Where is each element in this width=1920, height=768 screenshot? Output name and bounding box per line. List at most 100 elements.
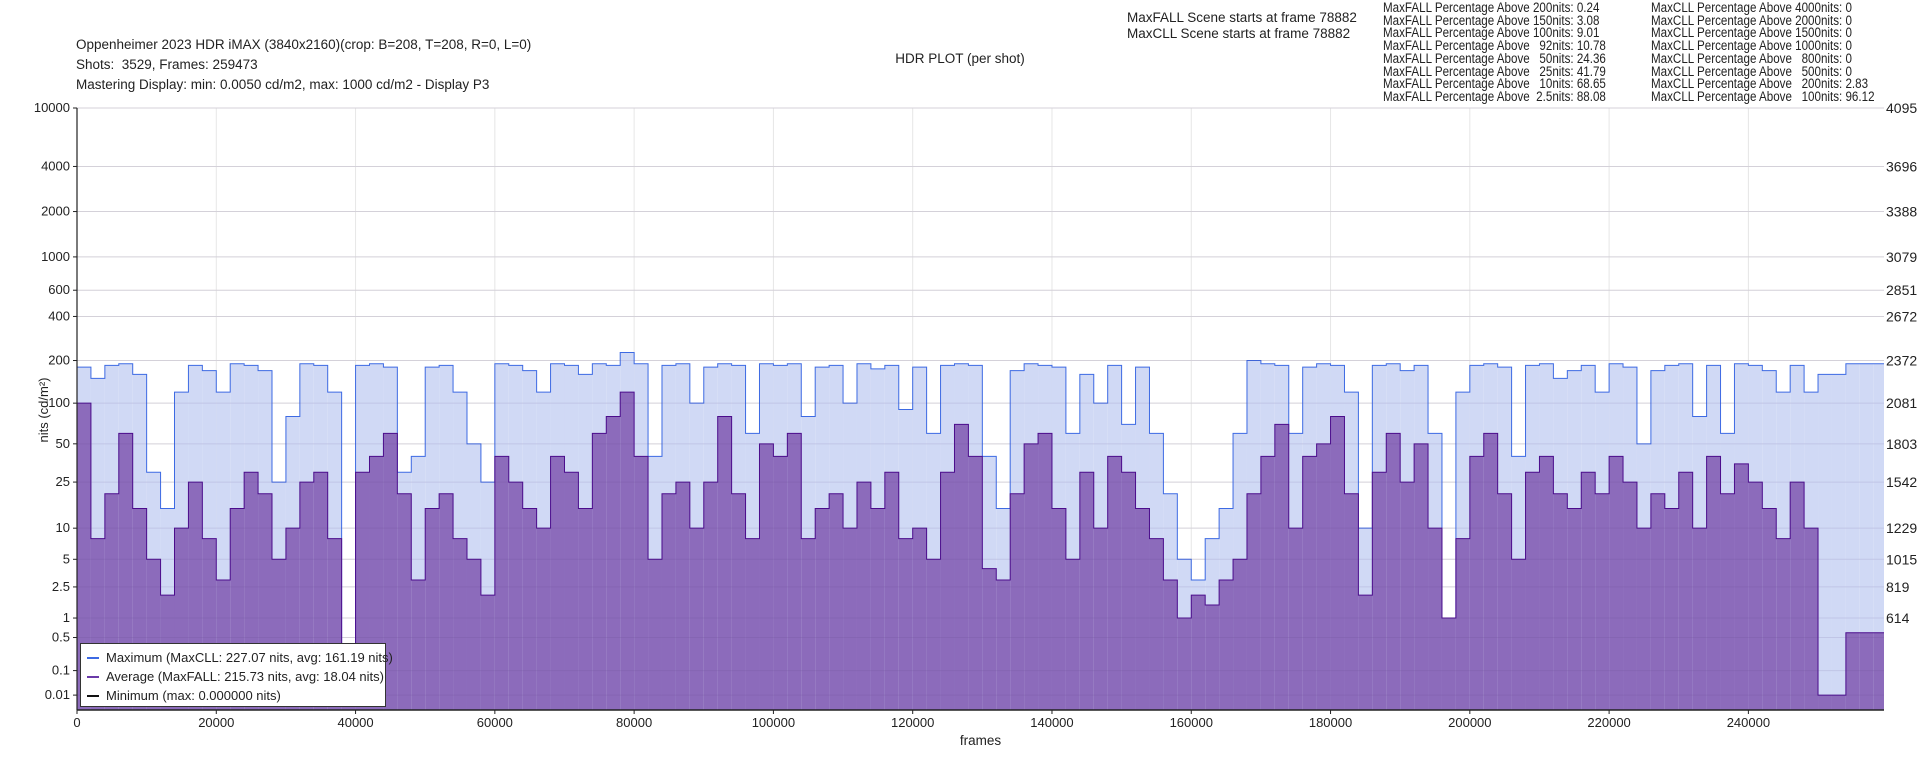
avg-bar bbox=[620, 392, 635, 710]
y-right-tick-label: 1015 bbox=[1886, 551, 1917, 567]
avg-bar bbox=[1024, 443, 1039, 710]
avg-bar bbox=[1623, 482, 1637, 710]
avg-bar bbox=[1692, 528, 1707, 710]
y-right-tick-label: 3388 bbox=[1886, 204, 1917, 220]
avg-bar bbox=[801, 538, 816, 710]
y-tick-label: 2000 bbox=[41, 204, 70, 219]
y-tick-label: 2.5 bbox=[52, 579, 70, 594]
avg-bar bbox=[1065, 559, 1080, 710]
y-right-tick-label: 3079 bbox=[1886, 249, 1917, 265]
avg-bar bbox=[1762, 508, 1777, 710]
y-tick-label: 50 bbox=[56, 436, 70, 451]
x-tick-label: 40000 bbox=[337, 715, 373, 730]
avg-bar bbox=[1121, 472, 1136, 710]
y-right-tick-label: 614 bbox=[1886, 610, 1910, 626]
avg-bar bbox=[592, 433, 607, 710]
avg-bar bbox=[439, 493, 454, 710]
y-tick-label: 400 bbox=[48, 308, 70, 323]
avg-bar bbox=[1776, 538, 1791, 710]
avg-bar bbox=[453, 538, 467, 710]
avg-bar bbox=[982, 568, 997, 710]
y-tick-label: 0.1 bbox=[52, 663, 70, 678]
legend-entry-maximum: Maximum (MaxCLL: 227.07 nits, avg: 161.1… bbox=[87, 650, 393, 665]
avg-bar bbox=[996, 580, 1011, 710]
x-tick-label: 120000 bbox=[891, 715, 934, 730]
avg-bar bbox=[1316, 443, 1331, 710]
avg-bar bbox=[773, 456, 788, 710]
y-tick-label: 1000 bbox=[41, 249, 70, 264]
avg-bar bbox=[1539, 456, 1554, 710]
y-tick-label: 1 bbox=[63, 610, 70, 625]
avg-bar bbox=[1595, 493, 1610, 710]
x-tick-label: 160000 bbox=[1170, 715, 1213, 730]
avg-bar bbox=[536, 528, 551, 710]
avg-bar bbox=[1233, 559, 1247, 710]
y-right-tick-label: 1542 bbox=[1886, 474, 1917, 490]
avg-bar bbox=[661, 493, 676, 710]
y-right-tick-label: 2851 bbox=[1886, 282, 1917, 298]
avg-bar bbox=[1344, 493, 1359, 710]
avg-bar bbox=[1609, 456, 1624, 710]
avg-bar bbox=[508, 482, 523, 710]
avg-bar bbox=[606, 416, 621, 710]
x-tick-label: 0 bbox=[73, 715, 80, 730]
avg-bar bbox=[717, 416, 732, 710]
avg-bar bbox=[1177, 618, 1192, 710]
avg-bar bbox=[1428, 528, 1442, 710]
avg-bar bbox=[1358, 595, 1373, 710]
y-tick-label: 4000 bbox=[41, 158, 70, 173]
avg-bar bbox=[815, 508, 830, 710]
avg-bar bbox=[397, 493, 412, 710]
x-tick-label: 240000 bbox=[1727, 715, 1770, 730]
y-right-tick-label: 1803 bbox=[1886, 436, 1917, 452]
avg-bar bbox=[1650, 493, 1665, 710]
legend-swatch-minimum bbox=[87, 694, 99, 697]
avg-bar bbox=[1497, 493, 1512, 710]
avg-bar bbox=[1831, 695, 1846, 710]
avg-bar bbox=[1720, 493, 1735, 710]
avg-bar bbox=[1455, 538, 1470, 710]
y-tick-label: 0.5 bbox=[52, 630, 70, 645]
avg-bar bbox=[1441, 618, 1456, 710]
avg-bar bbox=[675, 482, 690, 710]
avg-bar bbox=[1567, 508, 1582, 710]
avg-bar bbox=[870, 508, 885, 710]
avg-bar bbox=[1511, 559, 1526, 710]
y-right-tick-label: 819 bbox=[1886, 579, 1910, 595]
avg-bar bbox=[1149, 538, 1164, 710]
avg-bar bbox=[1748, 482, 1763, 710]
max-bar bbox=[1831, 374, 1846, 710]
legend-swatch-maximum bbox=[87, 656, 99, 659]
avg-bar bbox=[1163, 580, 1178, 710]
avg-bar bbox=[1051, 508, 1066, 710]
avg-bar bbox=[1804, 528, 1819, 710]
avg-bar bbox=[1191, 595, 1206, 710]
x-tick-label: 180000 bbox=[1309, 715, 1352, 730]
x-axis-title: frames bbox=[960, 733, 1002, 748]
y-tick-label: 100 bbox=[48, 395, 70, 410]
avg-bar bbox=[912, 528, 927, 710]
avg-bar bbox=[898, 538, 913, 710]
avg-bar bbox=[1859, 632, 1874, 710]
avg-bar bbox=[1219, 580, 1234, 710]
avg-bar bbox=[1079, 472, 1094, 710]
y-right-tick-label: 1229 bbox=[1886, 520, 1917, 536]
avg-bar bbox=[1330, 416, 1345, 710]
max-bar bbox=[1818, 374, 1832, 710]
avg-bar bbox=[703, 482, 718, 710]
legend-label-maximum: Maximum (MaxCLL: 227.07 nits, avg: 161.1… bbox=[106, 650, 393, 665]
avg-bar bbox=[1790, 482, 1805, 710]
y-right-tick-label: 2081 bbox=[1886, 395, 1917, 411]
avg-bar bbox=[1664, 508, 1679, 710]
y-right-tick-label: 4095 bbox=[1886, 100, 1917, 116]
x-tick-label: 60000 bbox=[477, 715, 513, 730]
y-tick-label: 10 bbox=[56, 520, 70, 535]
y-tick-label: 10000 bbox=[34, 100, 70, 115]
avg-bar bbox=[787, 433, 802, 710]
avg-bar bbox=[1553, 493, 1568, 710]
avg-bar bbox=[1400, 482, 1415, 710]
avg-bar bbox=[745, 538, 760, 710]
avg-bar bbox=[1260, 456, 1275, 710]
y-tick-label: 25 bbox=[56, 474, 70, 489]
avg-bar bbox=[968, 456, 983, 710]
